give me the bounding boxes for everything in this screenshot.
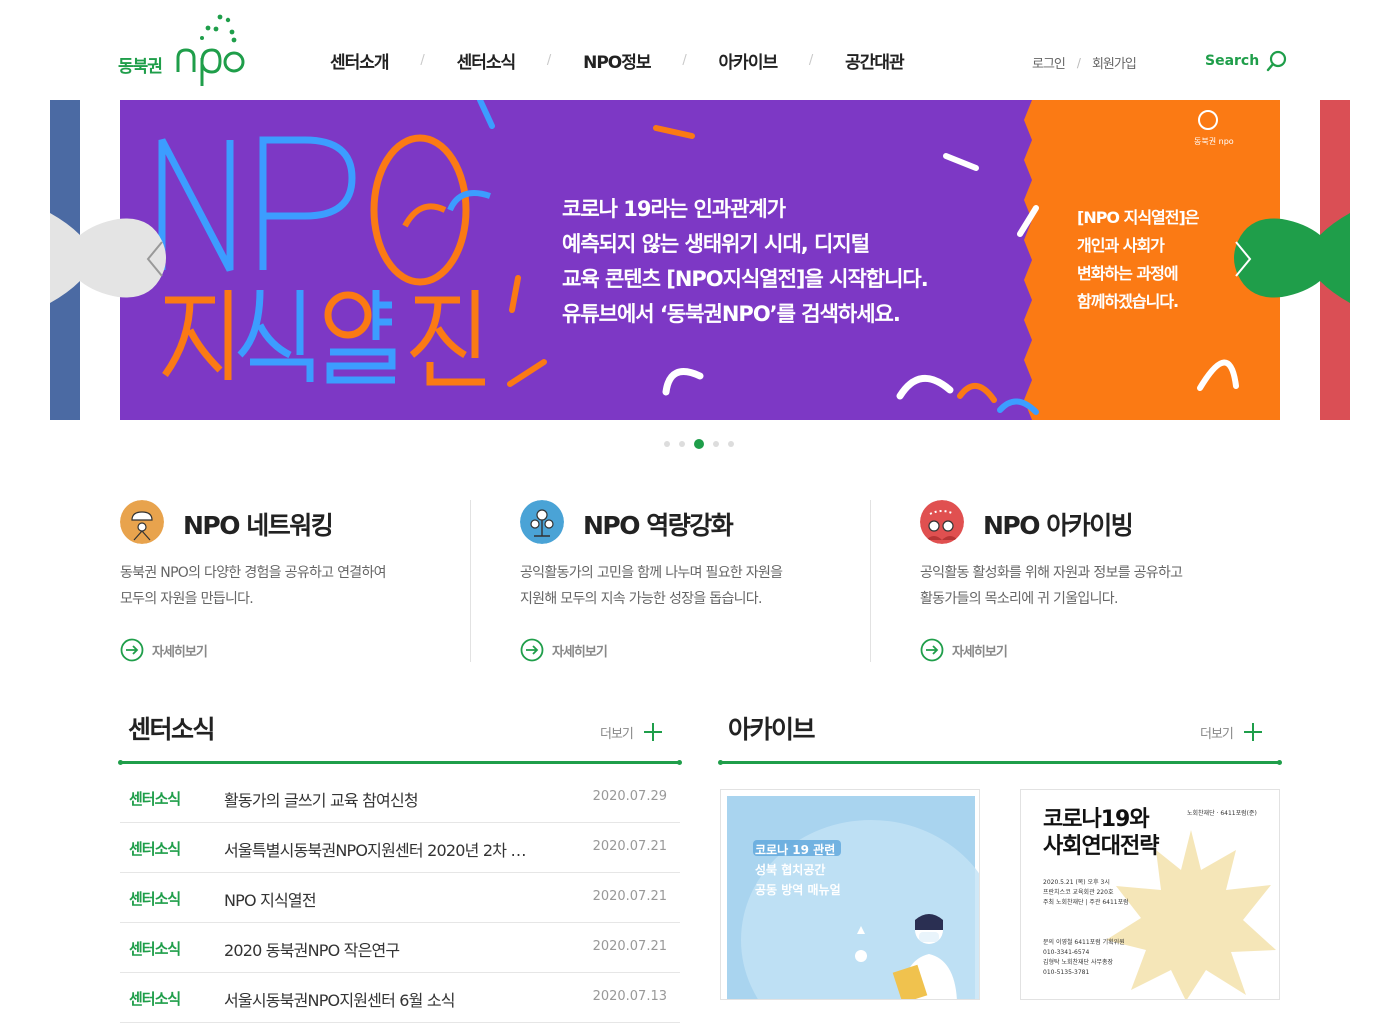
- news-title[interactable]: 서울시동북권NPO지원센터 6월 소식: [224, 987, 564, 1011]
- banner-side-line: 개인과 사회가: [1077, 236, 1165, 255]
- login-link[interactable]: 로그인: [1032, 53, 1066, 72]
- banner-copy: 코로나 19라는 인과관계가 예측되지 않는 생태위기 시대, 디지털 교육 콘…: [562, 192, 929, 332]
- news-category: 센터소식: [129, 840, 181, 858]
- search-icon: [1267, 50, 1287, 72]
- archiving-icon: [920, 500, 964, 544]
- feature-more-link[interactable]: 자세히보기: [920, 638, 1008, 662]
- nav-item-archive[interactable]: 아카이브: [719, 48, 779, 73]
- feature-more-link[interactable]: 자세히보기: [520, 638, 608, 662]
- news-more-link[interactable]: 더보기: [600, 722, 663, 742]
- main-nav: 센터소개 / 센터소식 / NPO정보 / 아카이브 / 공간대관: [330, 48, 905, 73]
- feature-divider: [870, 500, 871, 662]
- arrow-circle-icon: [120, 638, 144, 662]
- news-category: 센터소식: [129, 790, 181, 808]
- feature-archiving: NPO 아카이빙 공익활동 활성화를 위해 자원과 정보를 공유하고 활동가들의…: [920, 500, 1260, 662]
- news-category: 센터소식: [129, 990, 181, 1008]
- slider-pagination: [664, 439, 743, 449]
- feature-description: 동북권 NPO의 다양한 경험을 공유하고 연결하여 모두의 자원을 만듭니다.: [120, 565, 387, 607]
- news-title[interactable]: NPO 지식열전: [224, 887, 564, 911]
- nav-separator: /: [546, 53, 552, 68]
- util-menu: 로그인 / 회원가입: [1032, 53, 1137, 73]
- news-row[interactable]: 센터소식 NPO 지식열전 2020.07.21: [120, 873, 680, 923]
- news-row[interactable]: 센터소식 서울시동북권NPO지원센터 6월 소식 2020.07.13: [120, 973, 680, 1023]
- nav-item-center-news[interactable]: 센터소식: [457, 48, 517, 73]
- news-title[interactable]: 서울특별시동북권NPO지원센터 2020년 2차 …: [224, 837, 564, 861]
- nav-item-center-intro[interactable]: 센터소개: [330, 48, 390, 73]
- banner-copy-line: 코로나 19라는 인과관계가: [562, 197, 786, 221]
- news-date: 2020.07.21: [592, 839, 667, 854]
- slider-prev-button[interactable]: [50, 213, 200, 303]
- site-logo[interactable]: 동북권: [118, 12, 248, 92]
- banner-side-copy: [NPO 지식열전]은 개인과 사회가 변화하는 과정에 함께하겠습니다.: [1077, 204, 1200, 316]
- logo-korean-text: 동북권: [118, 57, 163, 77]
- feature-description: 공익활동 활성화를 위해 자원과 정보를 공유하고 활동가들의 목소리에 귀 기…: [920, 565, 1183, 607]
- search-label: Search: [1205, 53, 1260, 69]
- archive-card-social-solidarity[interactable]: 코로나19와 사회연대전략 노회찬재단 · 6411포럼(준) 2020.5.2…: [1020, 789, 1280, 1000]
- feature-more-link[interactable]: 자세히보기: [120, 638, 208, 662]
- nav-separator: /: [682, 53, 687, 68]
- nav-item-space-rental[interactable]: 공간대관: [845, 48, 905, 73]
- search-button[interactable]: Search: [1205, 50, 1288, 72]
- news-category: 센터소식: [129, 940, 181, 958]
- news-date: 2020.07.21: [592, 889, 667, 904]
- news-date: 2020.07.21: [592, 939, 667, 954]
- news-list: 센터소식 활동가의 글쓰기 교육 참여신청 2020.07.29 센터소식 서울…: [120, 773, 680, 1023]
- banner-slide-npo-knowledge[interactable]: 코로나 19라는 인과관계가 예측되지 않는 생태위기 시대, 디지털 교육 콘…: [120, 100, 1280, 420]
- archive-more-link[interactable]: 더보기: [1200, 722, 1263, 742]
- banner-brand-mark: 동북권 npo: [1194, 137, 1234, 146]
- feature-networking: NPO 네트워킹 동북권 NPO의 다양한 경험을 공유하고 연결하여 모두의 …: [120, 500, 460, 662]
- plus-icon: [1243, 723, 1262, 741]
- news-date: 2020.07.29: [592, 789, 667, 804]
- news-row[interactable]: 센터소식 활동가의 글쓰기 교육 참여신청 2020.07.29: [120, 773, 680, 823]
- nav-item-npo-info[interactable]: NPO정보: [583, 48, 651, 73]
- archive-card-quarantine-manual[interactable]: 코로나 19 관련 성북 협치공간 공동 방역 매뉴얼: [720, 789, 980, 1000]
- news-date: 2020.07.13: [592, 989, 667, 1004]
- news-title[interactable]: 2020 동북권NPO 작은연구: [224, 937, 564, 961]
- slider-next-button[interactable]: [1200, 213, 1350, 303]
- arrow-circle-icon: [920, 638, 944, 662]
- slider-dot[interactable]: [679, 441, 685, 447]
- slider-dot-active[interactable]: [694, 439, 704, 449]
- banner-copy-line: 예측되지 않는 생태위기 시대, 디지털: [562, 232, 870, 256]
- card-info: 2020.5.21 (목) 오후 3시 프란치스코 교육회관 220호 주최 노…: [1043, 879, 1129, 906]
- card-text: 코로나 19 관련 성북 협치공간 공동 방역 매뉴얼: [755, 843, 841, 897]
- feature-title: NPO 아카이빙: [983, 511, 1134, 540]
- nav-separator: /: [420, 53, 425, 68]
- slider-dot[interactable]: [728, 441, 734, 447]
- banner-side-line: 변화하는 과정에: [1077, 264, 1179, 283]
- npo-logo-mark: [176, 14, 245, 86]
- util-separator: /: [1076, 55, 1081, 70]
- slider-dot[interactable]: [664, 441, 670, 447]
- feature-capacity: NPO 역량강화 공익활동가의 고민을 함께 나누며 필요한 자원을 지원해 모…: [520, 500, 860, 662]
- banner-copy-line: 유튜브에서 ‘동북권NPO’를 검색하세요.: [562, 302, 901, 326]
- card-publisher: 노회찬재단 · 6411포럼(준): [1187, 810, 1257, 817]
- feature-title: NPO 네트워킹: [183, 511, 334, 540]
- site-header: 동북권 센터소개 / 센터소식 / NPO정보 / 아카이브 / 공간대관 로그…: [0, 0, 1400, 100]
- networking-icon: [120, 500, 164, 544]
- news-row[interactable]: 센터소식 서울특별시동북권NPO지원센터 2020년 2차 … 2020.07.…: [120, 823, 680, 873]
- signup-link[interactable]: 회원가입: [1092, 53, 1137, 72]
- archive-section-title: 아카이브: [728, 715, 816, 744]
- feature-divider: [470, 500, 471, 662]
- news-divider: [118, 760, 682, 765]
- banner-side-line: [NPO 지식열전]은: [1077, 208, 1200, 227]
- card-contact: 문의 이영철 6411포럼 기획위원 010-3341-6574 김형탁 노회찬…: [1043, 939, 1125, 976]
- news-row[interactable]: 센터소식 2020 동북권NPO 작은연구 2020.07.21: [120, 923, 680, 973]
- arrow-circle-icon: [520, 638, 544, 662]
- banner-side-line: 함께하겠습니다.: [1077, 292, 1179, 311]
- main-banner-slider: 코로나 19라는 인과관계가 예측되지 않는 생태위기 시대, 디지털 교육 콘…: [50, 100, 1350, 420]
- news-section-title: 센터소식: [128, 715, 216, 744]
- feature-description: 공익활동가의 고민을 함께 나누며 필요한 자원을 지원해 모두의 지속 가능한…: [520, 565, 783, 607]
- card-title: 코로나19와 사회연대전략: [1043, 807, 1159, 859]
- news-title[interactable]: 활동가의 글쓰기 교육 참여신청: [224, 787, 564, 811]
- capacity-icon: [520, 500, 564, 544]
- nav-separator: /: [808, 53, 814, 68]
- archive-divider: [718, 760, 1282, 765]
- banner-copy-line: 교육 콘텐츠 [NPO지식열전]을 시작합니다.: [562, 267, 929, 291]
- news-category: 센터소식: [129, 890, 181, 908]
- slider-dot[interactable]: [713, 441, 719, 447]
- plus-icon: [643, 723, 662, 741]
- feature-title: NPO 역량강화: [583, 511, 734, 540]
